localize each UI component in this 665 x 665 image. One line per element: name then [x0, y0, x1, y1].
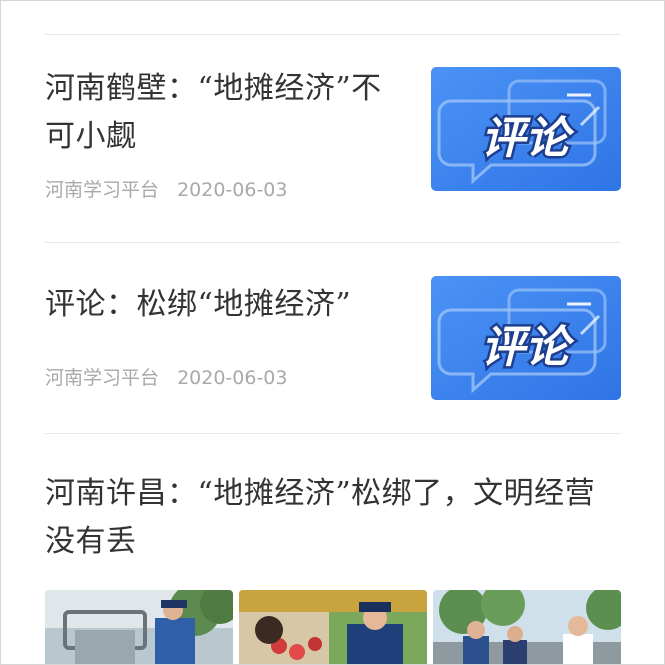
article-list: 河南鹤壁：“地摊经济”不可小觑 河南学习平台 2020-06-03 评论 评论：…	[0, 0, 665, 665]
article-thumbnail[interactable]: 评论	[431, 67, 621, 191]
article-date: 2020-06-03	[177, 367, 288, 389]
market-stall-photo-icon	[239, 590, 427, 664]
article-thumbnail[interactable]: 评论	[431, 276, 621, 400]
article-item-2[interactable]: 评论：松绑“地摊经济” 河南学习平台 2020-06-03 评论	[45, 243, 621, 433]
article-title[interactable]: 河南鹤壁：“地摊经济”不可小觑	[45, 65, 390, 161]
article-photo[interactable]	[239, 590, 427, 664]
article-photo[interactable]	[433, 590, 621, 664]
article-date: 2020-06-03	[177, 179, 288, 201]
comment-badge-icon: 评论	[431, 67, 621, 191]
comment-badge-icon: 评论	[431, 276, 621, 400]
article-title[interactable]: 评论：松绑“地摊经济”	[45, 281, 405, 329]
badge-label: 评论	[481, 322, 575, 373]
badge-label: 评论	[481, 113, 575, 164]
article-meta: 河南学习平台 2020-06-03	[45, 363, 287, 390]
article-photo-strip[interactable]	[45, 590, 621, 664]
article-photo[interactable]	[45, 590, 233, 664]
street-scene-photo-icon	[45, 590, 233, 664]
article-source: 河南学习平台	[45, 179, 160, 201]
outdoor-crowd-photo-icon	[433, 590, 621, 664]
article-source: 河南学习平台	[45, 367, 160, 389]
article-item-1[interactable]: 河南鹤壁：“地摊经济”不可小觑 河南学习平台 2020-06-03 评论	[45, 35, 621, 242]
article-title[interactable]: 河南许昌：“地摊经济”松绑了，文明经营没有丢	[45, 470, 621, 566]
article-meta: 河南学习平台 2020-06-03	[45, 175, 287, 202]
